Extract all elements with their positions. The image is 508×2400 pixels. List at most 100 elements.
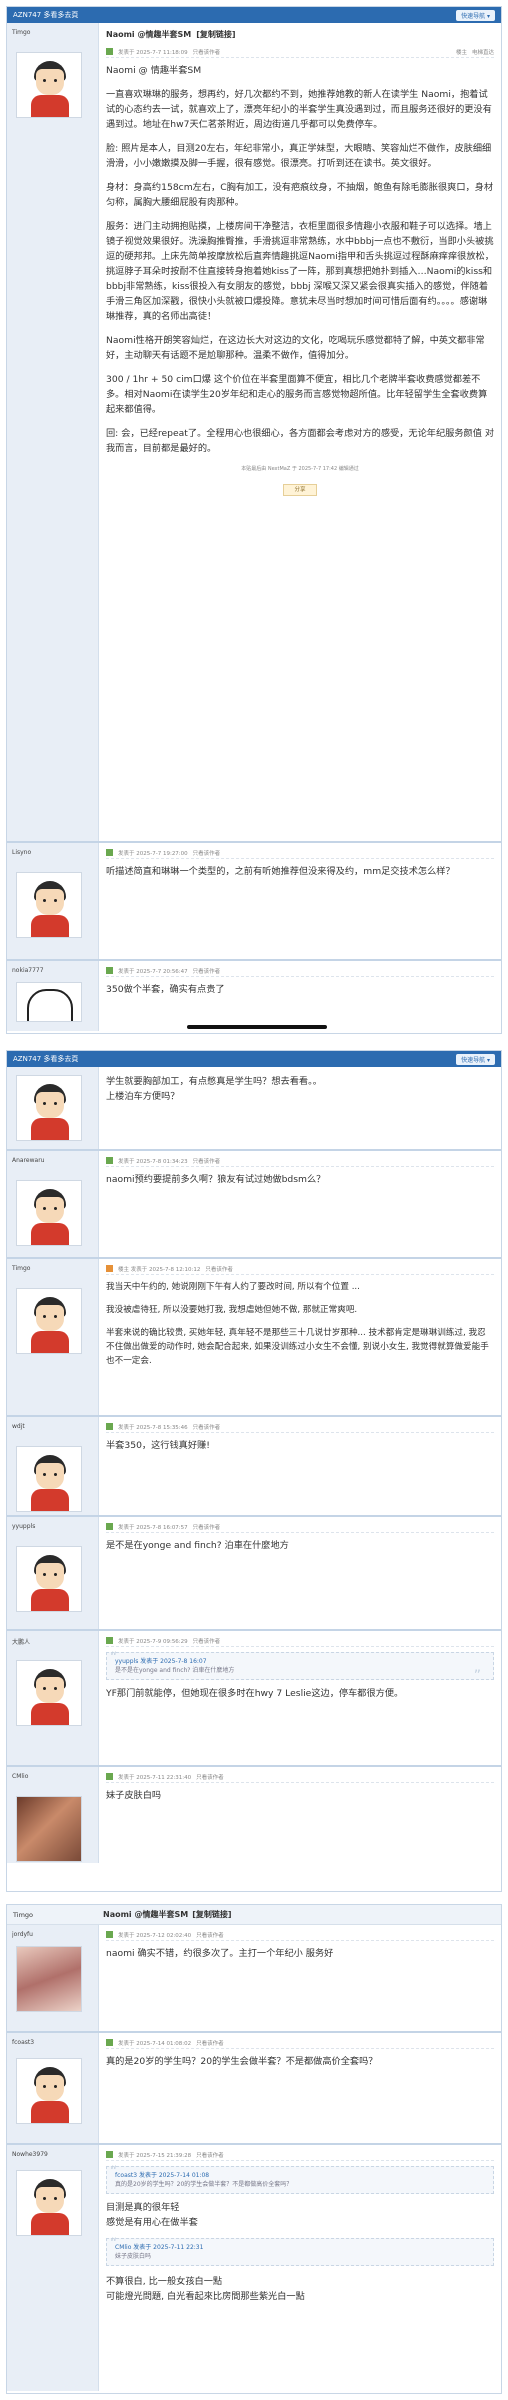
copy-link[interactable]: [复制链接] bbox=[196, 29, 235, 40]
post-body: naomi预约要提前多久啊？狼友有试过她做bdsm么？ bbox=[106, 1174, 326, 1185]
thread-title-bar: Naomi @情趣半套SM [复制链接] bbox=[106, 27, 494, 41]
post-paragraph: 身材：身高约158cm左右，C胸有加工，没有疤痕纹身，不抽烟，鲍鱼有除毛膨胀很爽… bbox=[106, 182, 494, 208]
post-11: jordyfu 发表于 2025-7-12 02:02:40 只看该作者 naom… bbox=[7, 1925, 501, 2033]
post-8: yyuppls 发表于 2025-7-8 16:07:57 只看该作者 是不是在y… bbox=[7, 1517, 501, 1631]
post-content: 发表于 2025-7-7 19:27:00 只看该作者 听描述简直和琳琳一个类型的… bbox=[99, 843, 501, 959]
online-status-icon bbox=[106, 849, 113, 856]
author-name[interactable]: Anarewaru bbox=[12, 1157, 93, 1166]
author-name[interactable]: yyuppls bbox=[12, 1523, 93, 1532]
author-column: Timgo bbox=[7, 1259, 99, 1415]
only-author-link[interactable]: 只看该作者 bbox=[193, 1523, 221, 1531]
post-content: 楼主 发表于 2025-7-8 12:10:12 只看该作者 我当天中午约的, 她… bbox=[99, 1259, 501, 1415]
quote-open-icon: “ bbox=[110, 2236, 118, 2252]
author-name[interactable]: fcoast3 bbox=[12, 2039, 93, 2048]
only-author-link[interactable]: 只看该作者 bbox=[196, 1931, 224, 1939]
post-date: 发表于 2025-7-11 22:31:40 bbox=[118, 1774, 192, 1781]
quick-nav-button[interactable]: 快速导航 ▾ bbox=[456, 9, 495, 21]
post-line: 可能燈光問題, 白光看起來比房間那些紫光白一點 bbox=[106, 2291, 305, 2302]
site-name[interactable]: AZN747 多看多去頁 bbox=[13, 1054, 78, 1064]
post-body: 学生就要胸部加工，有点憋真是学生吗？想去看看。。 上楼泊车方便吗？ bbox=[106, 1074, 494, 1104]
post-7: wdjt 发表于 2025-7-8 15:35:46 只看该作者 半套350，这行… bbox=[7, 1417, 501, 1517]
author-name[interactable]: nokia7777 bbox=[12, 967, 93, 976]
only-author-link[interactable]: 只看该作者 bbox=[193, 849, 221, 857]
copy-link[interactable]: [复制链接] bbox=[192, 1909, 231, 1920]
post-paragraph: 脸: 照片是本人，目测20左右，年纪非常小，真正学妹型，大眼睛、笑容灿烂不做作，… bbox=[106, 143, 492, 169]
avatar[interactable] bbox=[16, 2058, 82, 2124]
only-author-link[interactable]: 只看该作者 bbox=[205, 1265, 233, 1273]
author-name[interactable]: wdjt bbox=[12, 1423, 93, 1432]
post-body: 真的是20岁的学生吗？20的学生会做半套？不是都做高价全套吗？ bbox=[106, 2056, 378, 2067]
avatar[interactable] bbox=[16, 1180, 82, 1246]
post-date: 发表于 2025-7-8 16:07:57 bbox=[118, 1524, 188, 1531]
post-date: 发表于 2025-7-12 02:02:40 bbox=[118, 1932, 192, 1939]
post-body: 不算很白, 比一般女孩白一點 可能燈光問題, 白光看起來比房間那些紫光白一點 bbox=[106, 2274, 494, 2304]
scroll-indicator[interactable] bbox=[187, 1025, 327, 1029]
quote-author[interactable]: CMlio 发表于 2025-7-11 22:31 bbox=[115, 2243, 485, 2252]
post-content: 发表于 2025-7-8 15:35:46 只看该作者 半套350，这行钱真好赚! bbox=[99, 1417, 501, 1515]
post-6: Timgo 楼主 发表于 2025-7-8 12:10:12 只看该作者 我当天中… bbox=[7, 1259, 501, 1417]
post-date: 楼主 发表于 2025-7-8 12:10:12 bbox=[118, 1266, 201, 1273]
post-meta: 发表于 2025-7-11 22:31:40 只看该作者 bbox=[106, 1771, 494, 1783]
author-name[interactable]: jordyfu bbox=[12, 1931, 93, 1940]
post-line: 感觉是有用心在做半套 bbox=[106, 2217, 198, 2228]
post-date: 发表于 2025-7-15 21:39:28 bbox=[118, 2152, 192, 2159]
author-name[interactable]: Nowhe3979 bbox=[12, 2151, 93, 2160]
avatar[interactable] bbox=[16, 1288, 82, 1354]
post-paragraph: 服务：进门主动拥抱贴摸，上楼房间干净整洁，衣柜里面很多情趣小衣服和鞋子可以选择。… bbox=[106, 221, 494, 322]
author-column: Timgo bbox=[7, 23, 99, 841]
author-name[interactable]: Timgo bbox=[13, 1911, 103, 1919]
avatar[interactable] bbox=[16, 1660, 82, 1726]
author-name[interactable]: Timgo bbox=[12, 1265, 93, 1274]
view-mode[interactable]: 楼主 bbox=[456, 48, 467, 56]
post-body: 是不是在yonge and finch? 泊車在什麼地方 bbox=[106, 1540, 289, 1551]
post-10: CMlio 发表于 2025-7-11 22:31:40 只看该作者 妹子皮肤白吗 bbox=[7, 1767, 501, 1863]
only-author-link[interactable]: 只看该作者 bbox=[193, 967, 221, 975]
post-13: Nowhe3979 发表于 2025-7-15 21:39:28 只看该作者 “ … bbox=[7, 2145, 501, 2391]
post-date: 发表于 2025-7-8 01:34:23 bbox=[118, 1158, 188, 1165]
jump-floor[interactable]: 电梯直达 bbox=[472, 48, 494, 56]
avatar[interactable] bbox=[16, 1075, 82, 1141]
only-author-link[interactable]: 只看该作者 bbox=[196, 2039, 224, 2047]
author-name[interactable]: 大鹏人 bbox=[12, 1637, 93, 1646]
share-button[interactable]: 分享 bbox=[283, 484, 317, 496]
avatar[interactable] bbox=[16, 52, 82, 118]
op-badge-icon bbox=[106, 1265, 113, 1272]
avatar[interactable] bbox=[16, 872, 82, 938]
post-meta: 发表于 2025-7-8 16:07:57 只看该作者 bbox=[106, 1521, 494, 1533]
post-line: 不算很白, 比一般女孩白一點 bbox=[106, 2276, 223, 2287]
quote-open-icon: “ bbox=[110, 2164, 118, 2180]
author-column: Lisyno bbox=[7, 843, 99, 959]
quote-author[interactable]: fcoast3 发表于 2025-7-14 01:08 bbox=[115, 2171, 485, 2180]
online-status-icon bbox=[106, 48, 113, 55]
quote-open-icon: “ bbox=[110, 1650, 118, 1666]
avatar[interactable] bbox=[16, 1546, 82, 1612]
only-author-link[interactable]: 只看该作者 bbox=[196, 2151, 224, 2159]
quote-author[interactable]: yyuppls 发表于 2025-7-8 16:07 bbox=[115, 1657, 485, 1666]
quick-nav-button[interactable]: 快速导航 ▾ bbox=[456, 1053, 495, 1065]
only-author-link[interactable]: 只看该作者 bbox=[193, 48, 221, 56]
post-meta: 发表于 2025-7-8 01:34:23 只看该作者 bbox=[106, 1155, 494, 1167]
only-author-link[interactable]: 只看该作者 bbox=[193, 1423, 221, 1431]
post-body: 半套350，这行钱真好赚! bbox=[106, 1440, 210, 1451]
author-name[interactable]: Lisyno bbox=[12, 849, 93, 858]
quote-text: 真的是20岁的学生吗？20的学生会做半套？不是都做高价全套吗？ bbox=[115, 2181, 293, 2188]
only-author-link[interactable]: 只看该作者 bbox=[193, 1637, 221, 1645]
only-author-link[interactable]: 只看该作者 bbox=[196, 1773, 224, 1781]
avatar[interactable] bbox=[16, 1446, 82, 1512]
avatar[interactable] bbox=[16, 1946, 82, 2012]
site-header: AZN747 多看多去頁 快速导航 ▾ bbox=[7, 7, 501, 23]
author-name[interactable]: CMlio bbox=[12, 1773, 93, 1782]
post-date: 发表于 2025-7-7 20:56:47 bbox=[118, 968, 188, 975]
thread-header: Timgo Naomi @情趣半套SM [复制链接] bbox=[7, 1905, 501, 1925]
post-content: 发表于 2025-7-7 20:56:47 只看该作者 350做个半套，确实有点贵… bbox=[99, 961, 501, 1031]
quote-block: “ CMlio 发表于 2025-7-11 22:31 妹子皮肤白吗 bbox=[106, 2236, 494, 2266]
avatar[interactable] bbox=[16, 982, 82, 1022]
post-meta: 发表于 2025-7-14 01:08:02 只看该作者 bbox=[106, 2037, 494, 2049]
avatar[interactable] bbox=[16, 1796, 82, 1862]
only-author-link[interactable]: 只看该作者 bbox=[193, 1157, 221, 1165]
author-column: yyuppls bbox=[7, 1517, 99, 1629]
author-name[interactable]: Timgo bbox=[12, 29, 93, 38]
site-name[interactable]: AZN747 多看多去頁 bbox=[13, 10, 78, 20]
avatar[interactable] bbox=[16, 2170, 82, 2236]
screenshot-page-1: AZN747 多看多去頁 快速导航 ▾ Timgo Naomi @情趣半套SM … bbox=[6, 6, 502, 1034]
